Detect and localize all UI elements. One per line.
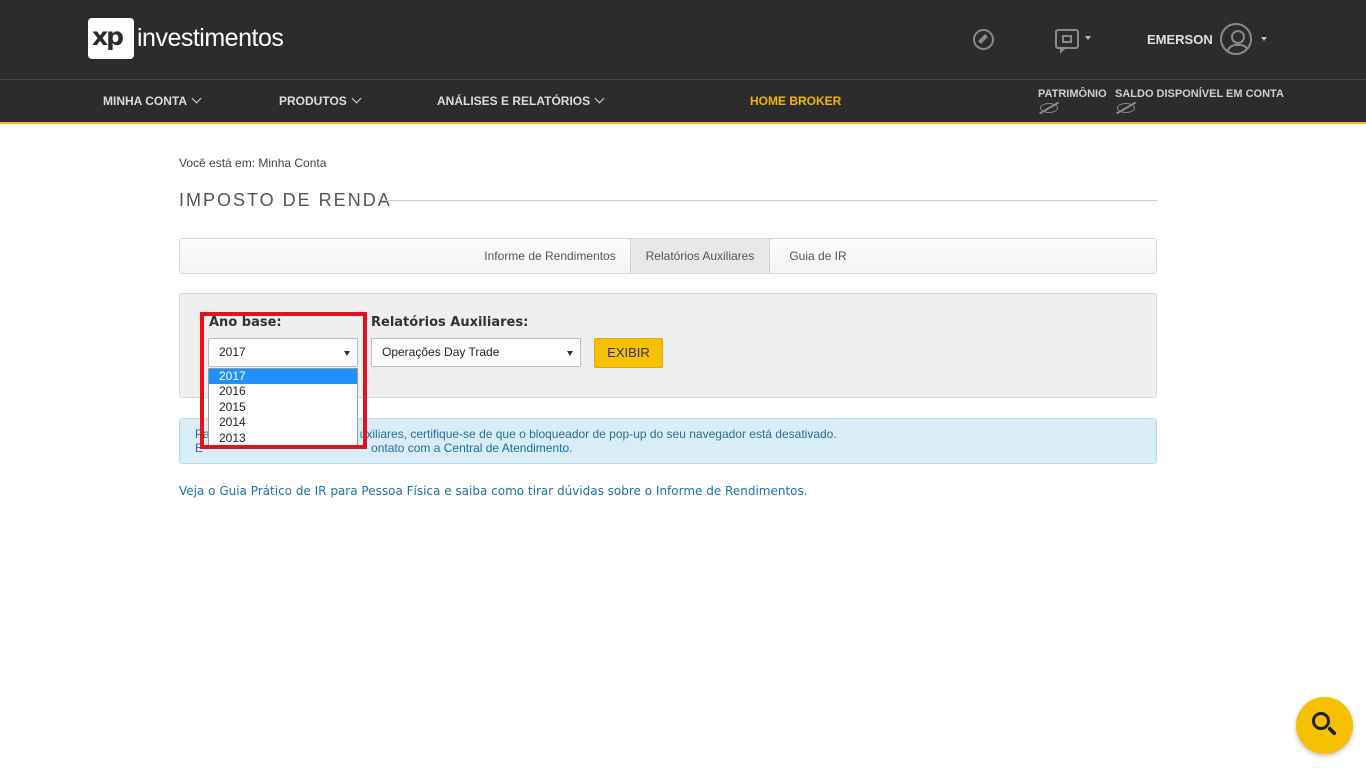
chevron-down-icon	[351, 93, 362, 104]
page-title: IMPOSTO DE RENDA	[179, 190, 392, 210]
eye-hidden-icon[interactable]	[1117, 103, 1135, 113]
chat-caret-icon[interactable]	[1085, 36, 1091, 40]
chevron-down-icon	[191, 93, 202, 104]
info-line2-suffix: .	[569, 441, 573, 455]
chevron-down-icon	[594, 93, 605, 104]
logo-text: investimentos	[137, 24, 284, 52]
search-fab-button[interactable]	[1296, 697, 1353, 754]
saldo-label: SALDO DISPONÍVEL EM CONTA	[1115, 88, 1284, 100]
relatorios-auxiliares-label: Relatórios Auxiliares:	[371, 315, 529, 330]
nav-label: MINHA CONTA	[103, 94, 187, 108]
user-avatar-icon[interactable]	[1220, 23, 1252, 55]
nav-produtos[interactable]: PRODUTOS	[279, 93, 362, 108]
nav-minha-conta[interactable]: MINHA CONTA	[103, 93, 202, 108]
tab-bar: Informe de Rendimentos Relatórios Auxili…	[179, 238, 1157, 274]
logo-mark: xp	[88, 18, 134, 59]
relatorios-auxiliares-select[interactable]: Operações Day Trade	[371, 338, 581, 367]
compass-icon[interactable]	[973, 29, 994, 50]
eye-hidden-icon[interactable]	[1040, 103, 1058, 113]
main-nav: MINHA CONTA PRODUTOS ANÁLISES E RELATÓRI…	[0, 79, 1366, 124]
annotation-highlight-box	[200, 312, 367, 449]
relatorios-value: Operações Day Trade	[382, 345, 500, 359]
nav-label: ANÁLISES E RELATÓRIOS	[437, 94, 591, 108]
user-menu-caret-icon[interactable]	[1261, 37, 1267, 41]
nav-label: PRODUTOS	[279, 94, 347, 108]
title-divider	[383, 200, 1157, 201]
chat-icon[interactable]	[1055, 29, 1079, 54]
guia-pratico-ir-link[interactable]: Veja o Guia Prático de IR para Pessoa Fí…	[179, 484, 808, 498]
logo-mark-text: xp	[92, 22, 124, 51]
central-atendimento-link[interactable]: Central de Atendimento	[444, 441, 569, 455]
xp-logo[interactable]: xp investimentos	[88, 18, 284, 59]
dropdown-arrow-icon	[567, 351, 573, 356]
tab-informe-rendimentos[interactable]: Informe de Rendimentos	[470, 239, 630, 273]
patrimonio-label: PATRIMÔNIO	[1038, 88, 1107, 100]
info-line1-text: uxiliares, certifique-se de que o bloque…	[359, 427, 837, 441]
nav-analises-relatorios[interactable]: ANÁLISES E RELATÓRIOS	[437, 93, 605, 108]
tab-relatorios-auxiliares[interactable]: Relatórios Auxiliares	[630, 239, 770, 273]
info-line2-text: ontato com a	[371, 441, 444, 455]
top-bar: xp investimentos EMERSON	[0, 0, 1366, 79]
tab-guia-ir[interactable]: Guia de IR	[770, 239, 866, 273]
exibir-button[interactable]: EXIBIR	[594, 338, 663, 368]
breadcrumb: Você está em: Minha Conta	[179, 156, 327, 170]
user-name[interactable]: EMERSON	[1147, 32, 1213, 47]
nav-home-broker[interactable]: HOME BROKER	[750, 94, 841, 108]
